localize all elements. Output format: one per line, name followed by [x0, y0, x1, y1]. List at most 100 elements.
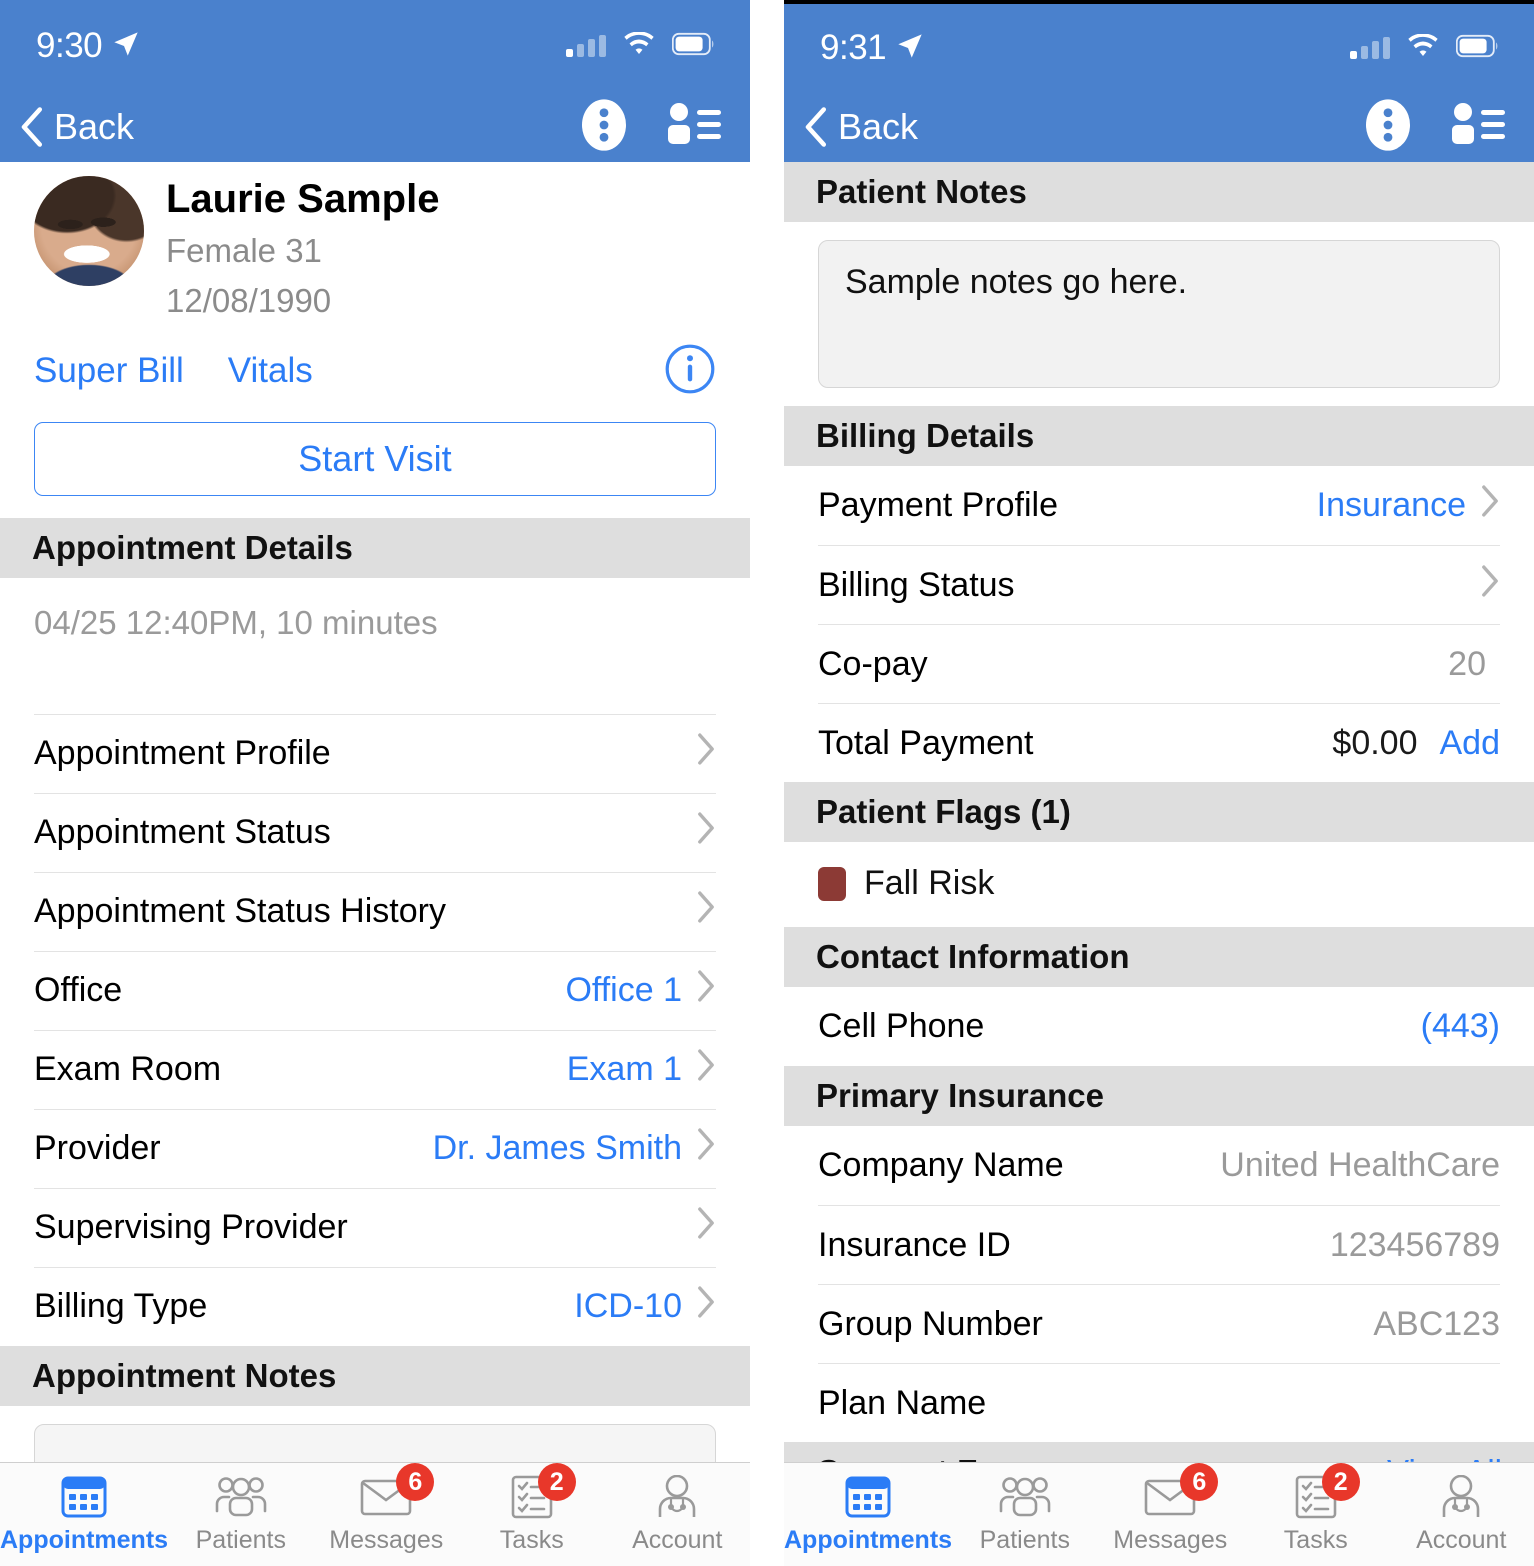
tab-label: Patients: [979, 1526, 1070, 1554]
battery-icon: [1455, 34, 1500, 63]
chevron-right-icon: [696, 890, 716, 933]
table-row[interactable]: Payment Profile Insurance: [818, 466, 1500, 545]
checklist-icon: 2: [1294, 1463, 1360, 1520]
tab-tasks[interactable]: 2 Tasks: [459, 1463, 604, 1566]
row-value: Dr. James Smith: [432, 1129, 682, 1168]
table-row[interactable]: Appointment Status: [34, 792, 716, 872]
row-label: Co-pay: [818, 644, 928, 683]
patient-list-icon[interactable]: [1450, 102, 1506, 153]
left-scroll-body: Laurie Sample Female 31 12/08/1990 Super…: [0, 162, 750, 1566]
section-patient-notes: Patient Notes: [784, 162, 1534, 222]
battery-icon: [671, 32, 716, 61]
chevron-right-icon: [696, 732, 716, 775]
chevron-right-icon: [696, 1127, 716, 1170]
tab-bar-left: Appointments Patients 6 Messages 2 Tasks…: [0, 1462, 750, 1566]
tab-messages[interactable]: 6 Messages: [1098, 1463, 1243, 1566]
envelope-icon: 6: [1144, 1463, 1219, 1520]
list-item: Fall Risk: [784, 842, 1534, 927]
row-value: ICD-10: [574, 1287, 682, 1326]
back-label: Back: [54, 106, 135, 147]
nav-actions-left: [582, 98, 722, 157]
people-icon: [215, 1474, 267, 1520]
chevron-right-icon: [696, 1048, 716, 1091]
patient-dob: 12/08/1990: [166, 282, 332, 320]
row-label: Appointment Profile: [34, 734, 331, 773]
table-row[interactable]: Cell Phone (443): [818, 987, 1500, 1066]
section-appointment-notes: Appointment Notes: [0, 1345, 750, 1406]
panel-gap: [750, 0, 784, 1566]
table-row[interactable]: Office Office 1: [34, 950, 716, 1030]
appointment-details-spacer: [0, 641, 750, 714]
primary-insurance-rows: Company Name United HealthCare Insurance…: [784, 1126, 1534, 1442]
back-button[interactable]: Back: [802, 106, 918, 148]
status-bar-left: 9:30: [0, 0, 750, 92]
tab-label: Account: [632, 1526, 723, 1554]
tab-appointments[interactable]: Appointments: [784, 1463, 952, 1566]
section-billing-details: Billing Details: [784, 406, 1534, 466]
patient-identity-text: Laurie Sample Female 31 12/08/1990: [166, 176, 439, 323]
more-vertical-icon[interactable]: [582, 98, 626, 157]
wifi-icon: [623, 31, 655, 61]
nav-bar-left: Back: [0, 92, 750, 162]
section-patient-notes-title: Patient Notes: [816, 173, 1027, 210]
add-payment-button[interactable]: Add: [1440, 724, 1501, 763]
section-contact-information-title: Contact Information: [816, 938, 1130, 975]
flag-color-swatch: [818, 866, 846, 901]
badge-count: 6: [1180, 1463, 1219, 1501]
tab-patients[interactable]: Patients: [952, 1463, 1097, 1566]
table-row[interactable]: Appointment Profile: [34, 713, 716, 793]
super-bill-link[interactable]: Super Bill: [34, 351, 184, 391]
tab-label: Tasks: [499, 1526, 564, 1554]
appointment-details-rows: Appointment Profile Appointment Status A…: [0, 713, 750, 1346]
table-row[interactable]: Exam Room Exam 1: [34, 1029, 716, 1109]
table-row[interactable]: Supervising Provider: [34, 1187, 716, 1267]
table-row[interactable]: Provider Dr. James Smith: [34, 1108, 716, 1188]
patient-notes-input[interactable]: Sample notes go here.: [818, 240, 1500, 388]
chevron-left-icon: [21, 107, 43, 147]
location-arrow-icon: [896, 32, 924, 65]
tab-tasks[interactable]: 2 Tasks: [1243, 1463, 1388, 1566]
location-arrow-icon: [112, 30, 140, 63]
tab-patients[interactable]: Patients: [168, 1463, 313, 1566]
tab-label: Tasks: [1283, 1526, 1348, 1554]
tab-bar-right: Appointments Patients 6 Messages 2 Tasks…: [784, 1462, 1534, 1566]
row-label: Supervising Provider: [34, 1208, 348, 1247]
start-visit-button[interactable]: Start Visit: [34, 421, 716, 496]
patient-quick-links: Super Bill Vitals: [34, 343, 716, 404]
table-row: Plan Name: [818, 1363, 1500, 1442]
row-label: Provider: [34, 1129, 161, 1168]
chevron-right-icon: [1480, 564, 1500, 607]
info-circle-icon[interactable]: [664, 343, 716, 400]
table-row[interactable]: Billing Type ICD-10: [34, 1266, 716, 1346]
left-phone-screen: 9:30 Back Laurie Sample Female 31 12/08/…: [0, 0, 750, 1566]
row-label: Total Payment: [818, 723, 1034, 762]
row-value: United HealthCare: [1220, 1146, 1500, 1184]
table-row: Total Payment $0.00 Add: [818, 703, 1500, 782]
doctor-icon: [1438, 1474, 1484, 1520]
cellular-signal-icon: [566, 35, 606, 57]
section-appointment-details-title: Appointment Details: [32, 528, 353, 566]
patient-list-icon[interactable]: [666, 102, 722, 153]
back-button[interactable]: Back: [18, 106, 134, 148]
status-left-group: 9:30: [36, 26, 140, 66]
table-row[interactable]: Appointment Status History: [34, 871, 716, 951]
status-right-group: [1350, 33, 1500, 63]
tab-messages[interactable]: 6 Messages: [314, 1463, 459, 1566]
row-label: Insurance ID: [818, 1225, 1011, 1264]
row-value[interactable]: (443): [1421, 1007, 1500, 1046]
tab-label: Patients: [195, 1526, 286, 1554]
table-row[interactable]: Billing Status: [818, 545, 1500, 624]
status-clock: 9:30: [36, 26, 103, 65]
row-label: Billing Status: [818, 565, 1015, 604]
status-left-group: 9:31: [820, 28, 924, 68]
tab-account[interactable]: Account: [605, 1463, 750, 1566]
section-patient-flags: Patient Flags (1): [784, 782, 1534, 842]
calendar-icon: [61, 1474, 107, 1520]
table-row: Co-pay 20: [818, 624, 1500, 703]
tab-account[interactable]: Account: [1389, 1463, 1534, 1566]
contact-information-rows: Cell Phone (443): [784, 987, 1534, 1066]
more-vertical-icon[interactable]: [1366, 98, 1410, 157]
table-row: Group Number ABC123: [818, 1284, 1500, 1363]
tab-appointments[interactable]: Appointments: [0, 1463, 168, 1566]
vitals-link[interactable]: Vitals: [228, 351, 313, 391]
